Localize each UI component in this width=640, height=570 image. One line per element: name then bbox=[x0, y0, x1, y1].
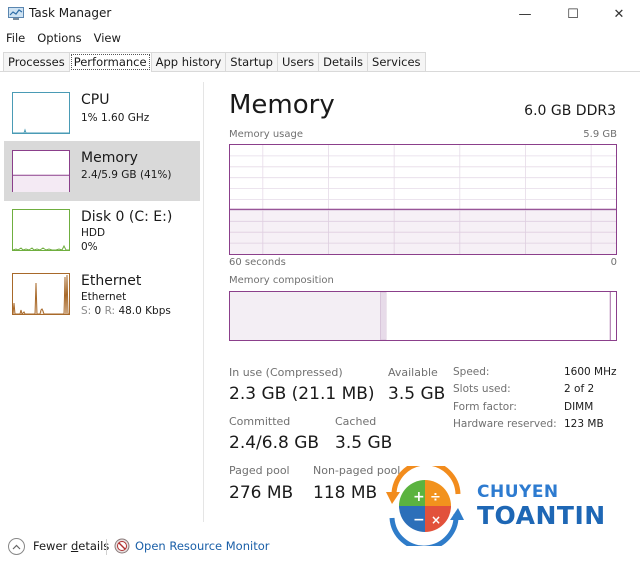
disk-mini-graph bbox=[12, 209, 70, 251]
composition-in-use bbox=[230, 292, 381, 340]
menu-view[interactable]: View bbox=[88, 29, 127, 49]
menu-options[interactable]: Options bbox=[31, 29, 87, 49]
tab-processes[interactable]: Processes bbox=[3, 52, 70, 71]
fewer-details-button[interactable] bbox=[8, 538, 25, 555]
menu-bar: File Options View bbox=[0, 29, 127, 49]
disk-type: HDD bbox=[81, 227, 106, 239]
page-title: Memory bbox=[229, 90, 335, 120]
available-label: Available bbox=[388, 366, 438, 379]
tab-performance[interactable]: Performance bbox=[68, 52, 152, 72]
memory-title: Memory bbox=[81, 150, 138, 166]
svg-text:−: − bbox=[413, 512, 425, 528]
chevron-up-icon bbox=[12, 544, 21, 549]
graph-time-left: 60 seconds bbox=[229, 257, 286, 268]
task-manager-icon bbox=[8, 7, 24, 20]
menu-file[interactable]: File bbox=[0, 29, 31, 49]
receive-label: R: bbox=[104, 305, 116, 317]
watermark-line2: TOANTIN bbox=[477, 501, 606, 530]
tab-users[interactable]: Users bbox=[276, 52, 320, 71]
close-button[interactable]: ✕ bbox=[596, 0, 640, 28]
hardware-reserved-label: Hardware reserved: bbox=[453, 418, 557, 430]
memory-usage-max: 5.9 GB bbox=[583, 129, 617, 140]
memory-composition-label: Memory composition bbox=[229, 275, 334, 286]
disk-title: Disk 0 (C: E:) bbox=[81, 209, 173, 225]
svg-text:×: × bbox=[431, 513, 441, 527]
cpu-subtitle: 1% 1.60 GHz bbox=[81, 112, 150, 124]
ethernet-mini-graph bbox=[12, 273, 70, 315]
slots-used-label: Slots used: bbox=[453, 383, 511, 395]
tab-startup[interactable]: Startup bbox=[225, 52, 278, 71]
maximize-icon: ☐ bbox=[567, 6, 579, 22]
memory-subtitle: 2.4/5.9 GB (41%) bbox=[81, 169, 172, 181]
footer: Fewer details Open Resource Monitor bbox=[0, 530, 640, 566]
composition-modified bbox=[380, 292, 387, 340]
sidebar-item-memory[interactable]: Memory 2.4/5.9 GB (41%) bbox=[4, 141, 200, 201]
title-bar: Task Manager — ☐ ✕ bbox=[0, 0, 640, 28]
send-label: S: bbox=[81, 305, 92, 317]
committed-label: Committed bbox=[229, 415, 291, 428]
svg-text:+: + bbox=[413, 489, 425, 505]
receive-value: 48.0 Kbps bbox=[118, 305, 171, 317]
ethernet-throughput: S: 0 R: 48.0 Kbps bbox=[81, 305, 171, 317]
performance-sidebar: CPU 1% 1.60 GHz Memory 2.4/5.9 GB (41%) … bbox=[0, 82, 204, 522]
tab-details[interactable]: Details bbox=[318, 52, 369, 71]
in-use-value: 2.3 GB (21.1 MB) bbox=[229, 384, 375, 404]
ethernet-title: Ethernet bbox=[81, 273, 142, 289]
open-resource-monitor-link[interactable]: Open Resource Monitor bbox=[135, 539, 269, 553]
resource-monitor-icon bbox=[114, 538, 130, 554]
graph-time-right: 0 bbox=[610, 257, 617, 268]
fewer-details-link[interactable]: Fewer details bbox=[33, 539, 109, 553]
disk-usage: 0% bbox=[81, 241, 98, 253]
memory-composition-bar bbox=[229, 291, 617, 341]
close-icon: ✕ bbox=[613, 6, 625, 22]
tab-app-history[interactable]: App history bbox=[150, 52, 227, 71]
available-value: 3.5 GB bbox=[388, 384, 446, 404]
minimize-button[interactable]: — bbox=[502, 0, 548, 28]
composition-standby bbox=[386, 292, 611, 340]
minimize-icon: — bbox=[518, 6, 532, 22]
watermark-line1: CHUYEN bbox=[477, 482, 559, 502]
non-paged-pool-value: 118 MB bbox=[313, 483, 378, 503]
speed-value: 1600 MHz bbox=[564, 366, 617, 378]
memory-spec: 6.0 GB DDR3 bbox=[524, 103, 616, 119]
cpu-title: CPU bbox=[81, 92, 110, 108]
committed-value: 2.4/6.8 GB bbox=[229, 433, 320, 453]
memory-usage-label: Memory usage bbox=[229, 129, 304, 140]
sidebar-item-ethernet[interactable]: Ethernet Ethernet S: 0 R: 48.0 Kbps bbox=[4, 267, 200, 327]
form-factor-label: Form factor: bbox=[453, 401, 517, 413]
footer-divider bbox=[106, 539, 107, 555]
memory-mini-graph bbox=[12, 150, 70, 192]
cached-label: Cached bbox=[335, 415, 377, 428]
hardware-reserved-value: 123 MB bbox=[564, 418, 604, 430]
paged-pool-label: Paged pool bbox=[229, 464, 290, 477]
cached-value: 3.5 GB bbox=[335, 433, 393, 453]
ethernet-adapter: Ethernet bbox=[81, 291, 127, 303]
send-value: 0 bbox=[94, 305, 102, 317]
fewer-details-suffix: etails bbox=[78, 539, 110, 553]
svg-text:÷: ÷ bbox=[430, 490, 441, 505]
tab-services[interactable]: Services bbox=[367, 52, 426, 71]
speed-label: Speed: bbox=[453, 366, 490, 378]
sidebar-item-cpu[interactable]: CPU 1% 1.60 GHz bbox=[4, 86, 200, 146]
fewer-details-prefix: Fewer bbox=[33, 539, 71, 553]
memory-usage-graph bbox=[229, 144, 617, 255]
form-factor-value: DIMM bbox=[564, 401, 594, 413]
cpu-mini-graph bbox=[12, 92, 70, 134]
paged-pool-value: 276 MB bbox=[229, 483, 294, 503]
in-use-label: In use (Compressed) bbox=[229, 366, 343, 379]
slots-used-value: 2 of 2 bbox=[564, 383, 595, 395]
sidebar-item-disk[interactable]: Disk 0 (C: E:) HDD 0% bbox=[4, 203, 200, 263]
tab-bar: Processes Performance App history Startu… bbox=[0, 52, 640, 72]
memory-usage-fill bbox=[230, 209, 616, 254]
maximize-button[interactable]: ☐ bbox=[550, 0, 596, 28]
window-title: Task Manager bbox=[29, 6, 112, 20]
